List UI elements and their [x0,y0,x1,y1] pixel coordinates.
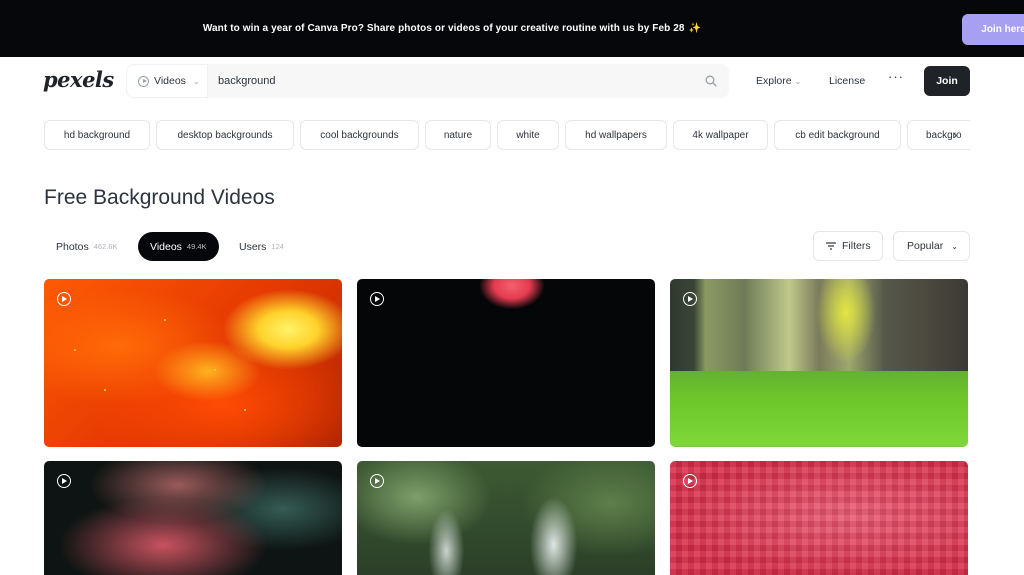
promo-message: Want to win a year of Canva Pro? Share p… [202,23,685,34]
promo-banner: Want to win a year of Canva Pro? Share p… [0,0,1024,57]
chip-nature[interactable]: nature [425,120,491,150]
page-title: Free Background Videos [44,186,275,209]
video-card[interactable] [357,461,655,575]
promo-text: Want to win a year of Canva Pro? Share p… [0,23,904,34]
filter-icon [826,242,836,250]
chip-hd-wallpapers[interactable]: hd wallpapers [565,120,667,150]
search-type-dropdown[interactable]: Videos ⌄ [126,64,208,98]
search-input[interactable] [218,64,688,98]
play-icon [370,474,384,488]
join-button[interactable]: Join [924,66,970,96]
nav-explore-label: Explore [756,75,792,87]
chevron-down-icon: ⌄ [192,76,200,86]
chip-cool-backgrounds[interactable]: cool backgrounds [300,120,419,150]
pexels-logo[interactable]: pexels [43,67,114,92]
play-icon [57,292,71,306]
tab-users[interactable]: Users 124 [227,232,296,261]
play-icon [370,292,384,306]
video-icon [138,75,149,87]
video-card[interactable] [44,461,342,575]
video-card[interactable] [357,279,655,447]
related-searches: hd background desktop backgrounds cool b… [44,120,970,150]
chevron-down-icon: ⌄ [951,241,958,251]
tab-photos[interactable]: Photos 462.6K [44,232,129,261]
play-icon [57,474,71,488]
tab-count: 462.6K [93,242,118,251]
sparkle-icon: ✨ [688,23,702,34]
chevron-right-icon[interactable]: › [953,128,957,142]
search-type-label: Videos [154,75,186,87]
site-header: pexels Videos ⌄ Explore⌄ License ··· Joi… [0,57,1024,105]
tab-count: 49.4K [186,242,207,251]
chip-cb-edit-background[interactable]: cb edit background [774,120,901,150]
chip-background-partial[interactable]: backgro [907,120,970,150]
tab-label: Users [239,240,267,253]
search-bar: Videos ⌄ [126,64,729,98]
chip-white[interactable]: white [497,120,559,150]
search-icon[interactable] [705,75,717,87]
more-icon[interactable]: ··· [888,69,904,84]
chevron-down-icon: ⌄ [794,77,802,86]
video-card[interactable] [670,461,968,575]
play-icon [683,474,697,488]
video-card[interactable] [670,279,968,447]
filters-button[interactable]: Filters [813,231,883,261]
play-icon [683,292,697,306]
nav-license[interactable]: License [829,75,865,87]
tab-label: Photos [56,240,89,253]
video-card[interactable] [44,279,342,447]
join-here-button[interactable]: Join here [962,14,1024,45]
tab-count: 124 [271,242,284,251]
tab-label: Videos [150,240,182,253]
chip-hd-background[interactable]: hd background [44,120,150,150]
filters-label: Filters [842,240,871,252]
chip-4k-wallpaper[interactable]: 4k wallpaper [673,120,768,150]
nav-explore[interactable]: Explore ⌄ [756,75,801,87]
chip-desktop-backgrounds[interactable]: desktop backgrounds [156,120,294,150]
tab-videos[interactable]: Videos 49.4K [138,232,219,261]
sort-label: Popular [907,240,944,252]
sort-dropdown[interactable]: Popular ⌄ [893,231,970,261]
